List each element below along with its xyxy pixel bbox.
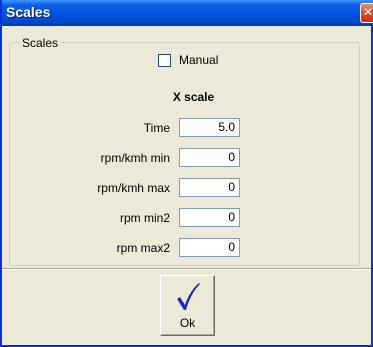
time-label: Time	[143, 121, 170, 135]
ok-button-label: Ok	[179, 316, 196, 330]
manual-checkbox-row[interactable]: Manual	[158, 52, 218, 68]
rpm-kmh-min-label: rpm/kmh min	[100, 151, 170, 165]
checkmark-icon	[177, 283, 200, 310]
rpm-min2-input[interactable]: 0	[179, 208, 240, 227]
manual-checkbox-label[interactable]: Manual	[179, 53, 218, 67]
window-title: Scales	[6, 4, 51, 20]
rpm-kmh-max-input[interactable]: 0	[179, 178, 240, 197]
manual-checkbox[interactable]	[158, 53, 171, 67]
title-bar[interactable]: Scales ✕	[2, 0, 373, 26]
scales-dialog: Scales ✕ Scales Manual X scale Time 5.0 …	[0, 0, 373, 347]
ok-button[interactable]: Ok	[160, 275, 215, 336]
x-scale-heading: X scale	[172, 90, 215, 104]
rpm-kmh-min-input[interactable]: 0	[179, 148, 240, 167]
close-button[interactable]: ✕	[360, 3, 373, 23]
rpm-max2-input[interactable]: 0	[179, 238, 240, 257]
close-icon: ✕	[362, 5, 373, 19]
time-input[interactable]: 5.0	[179, 118, 240, 137]
rpm-min2-label: rpm min2	[119, 211, 170, 225]
rpm-max2-label: rpm max2	[116, 241, 170, 255]
footer-divider	[2, 268, 371, 270]
rpm-kmh-max-label: rpm/kmh max	[97, 181, 170, 195]
groupbox-legend: Scales	[20, 36, 61, 50]
